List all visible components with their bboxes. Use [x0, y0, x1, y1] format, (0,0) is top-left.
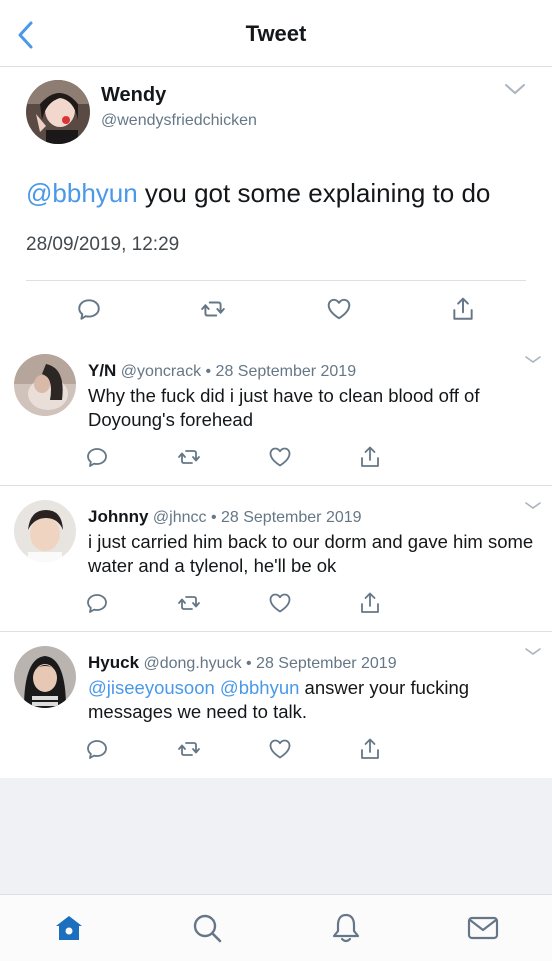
retweet-icon [178, 742, 200, 756]
avatar[interactable] [14, 354, 76, 416]
chevron-down-icon [525, 648, 541, 655]
mention-link[interactable]: @jiseeyousoon [88, 677, 215, 698]
chevron-down-icon [525, 356, 541, 363]
retweet-button[interactable] [177, 445, 203, 471]
reply-header: Y/N @yoncrack • 28 September 2019 [88, 361, 356, 381]
user-name[interactable]: Hyuck [88, 653, 139, 672]
avatar[interactable] [14, 500, 76, 562]
tab-search[interactable] [190, 911, 224, 945]
like-button[interactable] [268, 737, 294, 763]
reply-text: Why the fuck did i just have to clean bl… [88, 385, 480, 430]
tweet-text: @bbhyun you got some explaining to do [26, 178, 490, 209]
more-options-button[interactable] [524, 352, 542, 363]
reply-button[interactable] [85, 445, 111, 471]
search-icon [193, 914, 222, 943]
tweet-body: you got some explaining to do [137, 178, 491, 208]
reply-text: i just carried him back to our dorm and … [88, 531, 534, 576]
mention-link[interactable]: @bbhyun [220, 677, 299, 698]
share-button[interactable] [358, 445, 384, 471]
retweet-button[interactable] [200, 296, 226, 322]
like-icon [327, 298, 351, 320]
reply-header: Hyuck @dong.hyuck • 28 September 2019 [88, 653, 397, 673]
retweet-icon [201, 301, 225, 317]
user-name[interactable]: Y/N [88, 361, 116, 380]
user-name[interactable]: Wendy [101, 84, 166, 107]
user-handle[interactable]: @dong.hyuck [143, 655, 241, 672]
divider [26, 280, 526, 281]
tab-notifications[interactable] [329, 911, 363, 945]
tab-messages[interactable] [466, 911, 500, 945]
retweet-icon [178, 596, 200, 610]
avatar[interactable] [14, 646, 76, 708]
notifications-icon [332, 913, 360, 943]
more-options-button[interactable] [504, 82, 526, 96]
share-icon [453, 297, 473, 320]
more-options-button[interactable] [524, 644, 542, 655]
reply-date: • 28 September 2019 [206, 509, 362, 526]
share-icon [361, 592, 379, 613]
reply-date: • 28 September 2019 [241, 655, 397, 672]
reply-icon [78, 299, 100, 320]
reply-tweet[interactable]: Y/N @yoncrack • 28 September 2019 Why th… [0, 340, 552, 486]
user-name[interactable]: Johnny [88, 507, 148, 526]
empty-feed-area [0, 778, 552, 894]
reply-tweet[interactable]: Johnny @jhncc • 28 September 2019 i just… [0, 486, 552, 632]
main-tweet: Wendy @wendysfriedchicken @bbhyun you go… [0, 66, 552, 341]
mention-link[interactable]: @bbhyun [26, 178, 138, 208]
like-button[interactable] [268, 591, 294, 617]
messages-icon [467, 916, 499, 940]
like-icon [269, 593, 291, 613]
reply-tweet[interactable]: Hyuck @dong.hyuck • 28 September 2019 @j… [0, 632, 552, 778]
reply-button[interactable] [76, 296, 102, 322]
like-button[interactable] [326, 296, 352, 322]
reply-date: • 28 September 2019 [201, 363, 357, 380]
user-handle[interactable]: @jhncc [153, 509, 207, 526]
bottom-tab-bar [0, 894, 552, 961]
share-icon [361, 446, 379, 467]
share-button[interactable] [450, 296, 476, 322]
avatar[interactable] [26, 80, 90, 144]
reply-icon [87, 594, 107, 613]
like-icon [269, 447, 291, 467]
retweet-button[interactable] [177, 591, 203, 617]
reply-icon [87, 448, 107, 467]
reply-button[interactable] [85, 737, 111, 763]
top-nav-bar: Tweet [0, 0, 552, 67]
share-button[interactable] [358, 737, 384, 763]
share-button[interactable] [358, 591, 384, 617]
retweet-icon [178, 450, 200, 464]
retweet-button[interactable] [177, 737, 203, 763]
like-button[interactable] [268, 445, 294, 471]
tab-home[interactable] [52, 911, 86, 945]
reply-text: @jiseeyousoon @bbhyun answer your fuckin… [88, 676, 536, 724]
reply-header: Johnny @jhncc • 28 September 2019 [88, 507, 362, 527]
tweet-timestamp: 28/09/2019, 12:29 [26, 234, 180, 255]
user-handle[interactable]: @wendysfriedchicken [101, 112, 257, 130]
chevron-down-icon [525, 502, 541, 509]
more-options-button[interactable] [524, 498, 542, 509]
home-icon [56, 916, 82, 940]
like-icon [269, 739, 291, 759]
reply-button[interactable] [85, 591, 111, 617]
share-icon [361, 738, 379, 759]
reply-icon [87, 740, 107, 759]
page-title: Tweet [245, 21, 307, 46]
chevron-down-icon [505, 84, 525, 95]
user-handle[interactable]: @yoncrack [121, 363, 201, 380]
